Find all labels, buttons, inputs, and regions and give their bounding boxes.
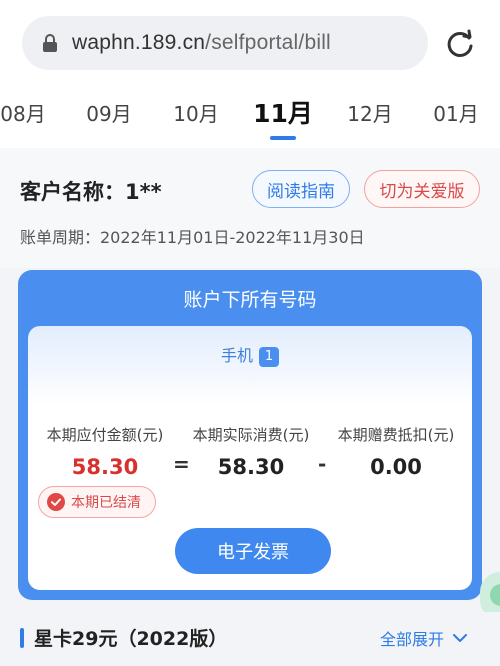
card-header: 账户下所有号码 [183,288,317,311]
bill-period: 账单周期：2022年11月01日-2022年11月30日 [20,228,365,247]
settled-status-text: 本期已结清 [71,495,141,511]
gift-deduction-label: 本期赠费抵扣(元) [337,426,455,444]
url-path: /selfportal/bill [205,31,331,54]
amount-due-label: 本期应付金额(元) [46,426,164,444]
account-summary-card: 账户下所有号码 手机 1 本期应付金额(元) 58.30 = 本期实际消费(元) … [18,270,482,600]
expand-all-label: 全部展开 [380,630,445,649]
month-tabs: 08月 09月 10月 11月 12月 01月 [0,88,500,148]
actual-consumption-value: 58.30 [217,455,285,479]
tab-month-09[interactable]: 09月 [74,98,144,127]
amount-due-value: 58.30 [71,455,139,479]
tab-month-12[interactable]: 12月 [335,98,405,127]
url-field[interactable]: waphn.189.cn/selfportal/bill [22,16,428,70]
gift-deduction: 本期赠费抵扣(元) 0.00 [321,424,471,479]
reload-icon[interactable] [442,26,478,62]
plan-header: 星卡29元（2022版） 全部展开 [0,612,500,666]
card-body: 手机 1 本期应付金额(元) 58.30 = 本期实际消费(元) 58.30 - … [28,326,472,590]
url-text: waphn.189.cn/selfportal/bill [72,31,331,55]
expand-all-link[interactable]: 全部展开 [380,626,468,650]
e-invoice-button[interactable]: 电子发票 [175,528,331,574]
settled-status-badge: 本期已结清 [38,486,156,518]
plan-title: 星卡29元（2022版） [34,628,228,650]
lock-icon [43,34,57,52]
customer-info: 客户名称：1** 阅读指南 切为关爱版 账单周期：2022年11月01日-202… [0,148,500,268]
chevron-down-icon [453,634,468,642]
section-marker [20,628,24,648]
actual-consumption-label: 本期实际消费(元) [192,426,310,444]
customer-name: 客户名称：1** [20,180,162,204]
tab-month-10[interactable]: 10月 [161,98,231,127]
phone-count-badge: 1 [259,347,279,367]
amount-due: 本期应付金额(元) 58.30 [30,424,180,479]
tab-month-08[interactable]: 08月 [0,98,58,127]
reading-guide-button[interactable]: 阅读指南 [252,170,350,208]
tab-month-01[interactable]: 01月 [421,98,491,127]
url-host: waphn.189.cn [72,31,206,54]
care-mode-button[interactable]: 切为关爱版 [364,170,480,208]
browser-address-bar: waphn.189.cn/selfportal/bill [0,0,500,88]
active-tab-indicator [270,136,296,140]
actual-consumption: 本期实际消费(元) 58.30 [176,424,326,479]
tab-month-11[interactable]: 11月 [248,94,318,130]
phone-label: 手机 [220,346,253,365]
phone-number-tab[interactable]: 手机 1 [28,342,472,367]
gift-deduction-value: 0.00 [370,455,422,479]
check-circle-icon [47,493,65,511]
assistant-icon [490,584,500,606]
